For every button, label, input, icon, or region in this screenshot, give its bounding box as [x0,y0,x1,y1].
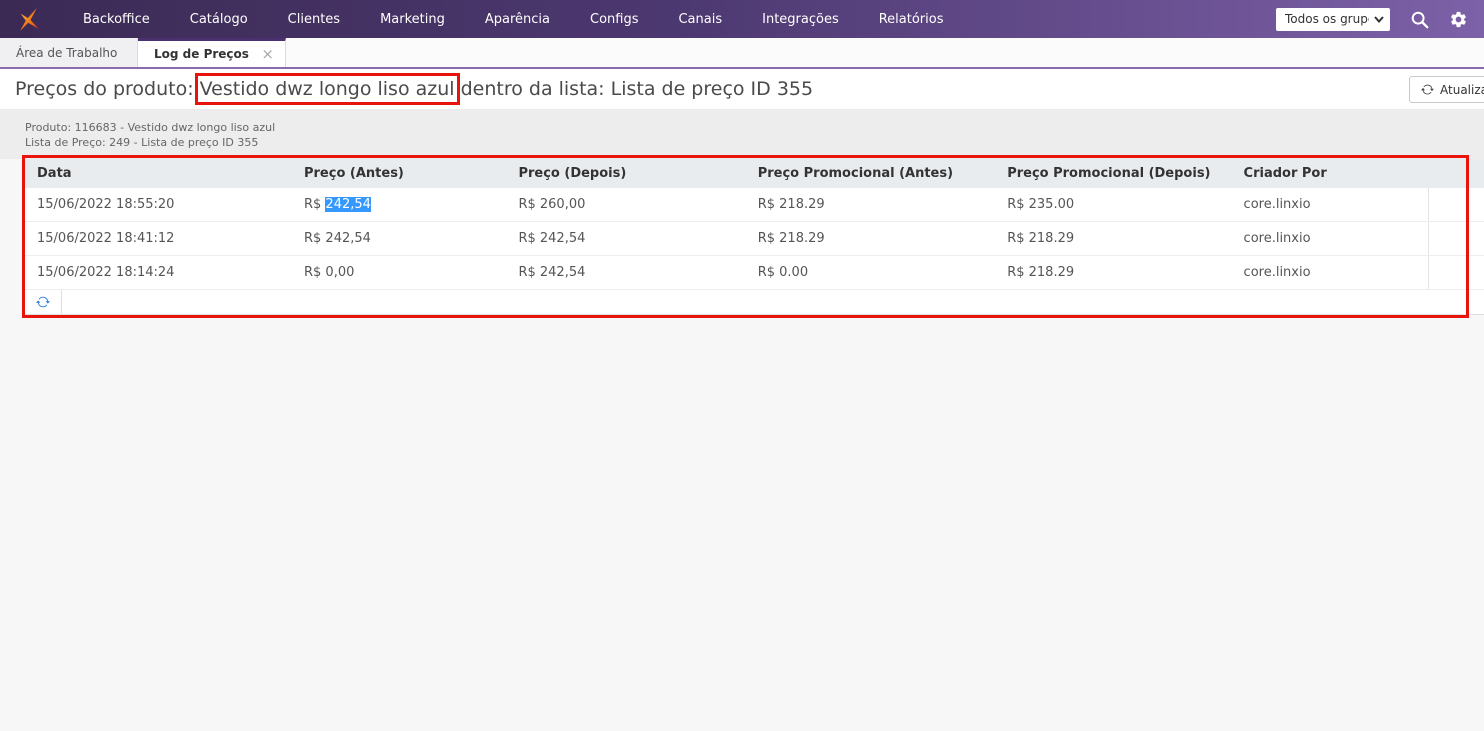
page-title: Preços do produto: Vestido dwz longo lis… [15,73,814,105]
table-cell: core.linxio [1231,188,1429,222]
refresh-icon [1421,84,1434,95]
table-cell: core.linxio [1231,255,1429,290]
price-log-table-container: Data Preço (Antes) Preço (Depois) Preço Pro… [22,155,1484,318]
table-cell: R$ 242,54 [291,188,507,222]
table-cell: R$ 218.29 [995,221,1232,256]
tab-label: Log de Preços [154,47,249,61]
tab-bar: Área de Trabalho Log de Preços × [0,38,1484,69]
table-row: 15/06/2022 18:41:12 R$ 242,54 R$ 242,54 R$ … [25,221,1484,256]
nav-item-integracoes[interactable]: Integrações [742,0,859,38]
tab-area-de-trabalho[interactable]: Área de Trabalho [0,38,138,67]
column-header: Preço (Antes) [291,159,507,188]
table-cell: R$ 0.00 [745,255,996,290]
nav-item-aparencia[interactable]: Aparência [465,0,570,38]
table-cell: 15/06/2022 18:14:24 [25,255,292,290]
content-area: Produto: 116683 - Vestido dwz longo liso… [0,110,1484,731]
brand-logo-icon[interactable] [16,6,43,33]
table-cell: 15/06/2022 18:55:20 [25,188,292,222]
table-row: 15/06/2022 18:55:20 R$ 242,54 R$ 260,00 R$ … [25,188,1484,222]
empty-cell [1428,188,1484,222]
empty-cell [1428,255,1484,290]
nav-item-clientes[interactable]: Clientes [268,0,360,38]
table-cell: R$ 218.29 [745,221,996,256]
product-info-line: Produto: 116683 - Vestido dwz longo liso… [25,121,276,134]
nav-item-backoffice[interactable]: Backoffice [63,0,170,38]
table-row: 15/06/2022 18:14:24 R$ 0,00 R$ 242,54 R$ 0.… [25,255,1484,290]
top-navbar: Backoffice Catálogo Clientes Marketing A… [0,0,1484,38]
gear-icon [1451,11,1466,27]
nav-item-marketing[interactable]: Marketing [360,0,465,38]
page-header: Preços do produto: Vestido dwz longo lis… [0,69,1484,110]
column-header: Preço (Depois) [506,159,746,188]
tab-close-icon[interactable]: × [261,46,274,62]
navbar-right-group: Todos os grupos [1276,7,1468,31]
table-cell: R$ 218.29 [745,188,996,222]
table-cell: R$ 242,54 [506,255,746,290]
refresh-page-button[interactable]: Atualiza [1409,76,1484,103]
table-body: 15/06/2022 18:55:20 R$ 242,54 R$ 260,00 R$ … [25,188,1484,290]
table-footer [25,290,1484,315]
column-header: Preço Promocional (Depois) [995,159,1232,188]
search-button[interactable] [1410,10,1429,29]
nav-item-relatorios[interactable]: Relatórios [859,0,964,38]
table-footer-refresh-cell [25,290,62,314]
table-cell: R$ 235.00 [995,188,1232,222]
refresh-icon [36,296,50,308]
column-header: Criador Por [1231,159,1429,188]
table-cell: 15/06/2022 18:41:12 [25,221,292,256]
empty-cell [1428,221,1484,256]
column-header: Data [25,159,292,188]
nav-item-catalogo[interactable]: Catálogo [170,0,268,38]
title-prefix: Preços do produto: [15,78,200,100]
nav-item-canais[interactable]: Canais [658,0,742,38]
selected-text: 242,54 [325,197,371,212]
table-cell: R$ 0,00 [291,255,507,290]
tab-label: Área de Trabalho [16,45,118,60]
search-icon [1411,11,1429,28]
settings-button[interactable] [1449,10,1468,29]
table-refresh-button[interactable] [36,295,50,309]
price-list-info-line: Lista de Preço: 249 - Lista de preço ID … [25,136,259,149]
table-cell: R$ 242,54 [506,221,746,256]
refresh-button-label: Atualiza [1440,82,1484,97]
nav-menu: Backoffice Catálogo Clientes Marketing A… [63,0,964,38]
title-annotated-product-name: Vestido dwz longo liso azul [194,73,460,105]
title-suffix: dentro da lista: Lista de preço ID 355 [454,78,814,100]
table-cell: R$ 218.29 [995,255,1232,290]
table-cell: R$ 242,54 [291,221,507,256]
group-select[interactable]: Todos os grupos [1276,7,1390,31]
tab-log-de-precos[interactable]: Log de Preços × [138,38,286,67]
product-info-panel: Produto: 116683 - Vestido dwz longo liso… [0,110,1484,159]
nav-item-configs[interactable]: Configs [570,0,658,38]
price-log-table: Data Preço (Antes) Preço (Depois) Preço Pro… [25,159,1484,290]
table-cell: R$ 260,00 [506,188,746,222]
column-header: Preço Promocional (Antes) [745,159,996,188]
table-cell: core.linxio [1231,221,1429,256]
table-header-row: Data Preço (Antes) Preço (Depois) Preço Pro… [25,159,1484,188]
